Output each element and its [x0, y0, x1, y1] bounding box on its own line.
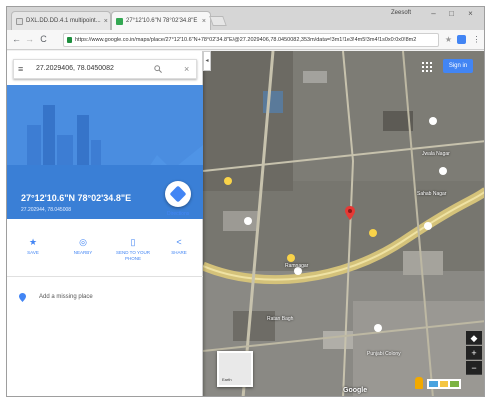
action-label: SAVE: [27, 250, 39, 255]
place-side-panel: ≡ × 27°12'10.6: [7, 51, 203, 396]
send-to-phone-action[interactable]: ▯ SEND TO YOUR PHONE: [113, 237, 153, 262]
star-icon: ★: [28, 237, 38, 247]
satellite-map[interactable]: [203, 51, 484, 396]
extension-icon[interactable]: [457, 35, 466, 44]
place-coordinates: 27°12'10.6"N 78°02'34.8"E: [21, 193, 132, 203]
action-label: SEND TO YOUR PHONE: [115, 250, 150, 261]
imagery-thumb: [439, 381, 449, 387]
minimize-button[interactable]: –: [427, 9, 440, 19]
action-label: NEARBY: [73, 250, 93, 255]
tab-strip: DXL.DD.DD.4.1 multipoint... × 27°12'10.6…: [7, 7, 484, 30]
forward-icon[interactable]: →: [24, 34, 35, 45]
add-place-pin-icon: [19, 293, 26, 302]
menu-dots-icon[interactable]: ⋮: [471, 34, 482, 45]
lock-icon: [67, 37, 72, 43]
earth-label: Earth: [222, 377, 232, 382]
reload-icon[interactable]: C: [38, 34, 49, 45]
sign-in-button[interactable]: Sign in: [443, 59, 473, 73]
close-tab-icon[interactable]: ×: [104, 18, 108, 25]
document-icon: [16, 17, 23, 25]
map-place-label: Ratan Bagh: [267, 316, 294, 322]
close-tab-icon[interactable]: ×: [202, 18, 206, 25]
tab-maps[interactable]: 27°12'10.6"N 78°02'34.8"E ×: [111, 11, 211, 30]
map-place-label: Sahab Nagar: [417, 191, 447, 197]
compass-button[interactable]: ◆: [466, 331, 482, 345]
google-logo: Google: [343, 387, 368, 394]
tab-title: DXL.DD.DD.4.1 multipoint...: [26, 18, 101, 24]
page-viewport: Ramnagar Jwala Nagar Sahab Nagar Punjabi…: [7, 51, 484, 396]
back-icon[interactable]: ←: [11, 34, 22, 45]
imagery-thumb: [450, 381, 460, 387]
apps-grid-icon[interactable]: [422, 62, 432, 72]
clear-search-icon[interactable]: ×: [184, 60, 189, 78]
location-marker-icon[interactable]: [345, 206, 355, 220]
browser-window: DXL.DD.DD.4.1 multipoint... × 27°12'10.6…: [6, 6, 485, 397]
close-window-button[interactable]: ×: [464, 9, 477, 19]
bookmark-star-icon[interactable]: ★: [443, 34, 454, 45]
satellite-toggle-button[interactable]: Earth: [217, 351, 253, 387]
share-icon: <: [176, 237, 182, 247]
new-tab-button[interactable]: [209, 16, 227, 26]
imagery-strip[interactable]: [427, 379, 461, 389]
search-icon[interactable]: [154, 65, 162, 73]
add-place-label: Add a missing place: [39, 294, 93, 300]
save-action[interactable]: ★ SAVE: [13, 237, 53, 256]
add-missing-place[interactable]: Add a missing place: [7, 289, 203, 309]
share-action[interactable]: < SHARE: [159, 237, 199, 256]
url-text: https://www.google.co.in/maps/place/27°1…: [75, 37, 417, 43]
directions-button[interactable]: [165, 181, 191, 207]
address-bar[interactable]: https://www.google.co.in/maps/place/27°1…: [63, 33, 439, 47]
directions-label[interactable]: Directions: [167, 211, 189, 217]
search-input[interactable]: [36, 60, 146, 78]
street-view-pegman-icon[interactable]: [415, 377, 423, 389]
imagery-thumb: [429, 381, 438, 387]
phone-icon: ▯: [130, 237, 136, 247]
search-box: ≡ ×: [13, 59, 197, 79]
hamburger-menu-icon[interactable]: ≡: [18, 60, 23, 78]
maximize-button[interactable]: □: [445, 9, 458, 19]
place-decimal-coordinates: 27.202944, 78.045008: [21, 207, 72, 213]
tab-title: 27°12'10.6"N 78°02'34.8"E: [126, 18, 198, 24]
nearby-action[interactable]: ◎ NEARBY: [63, 237, 103, 256]
zoom-out-button[interactable]: −: [466, 361, 482, 375]
tab-multipoint[interactable]: DXL.DD.DD.4.1 multipoint... ×: [11, 11, 111, 30]
place-actions: ★ SAVE ◎ NEARBY ▯ SEND TO YOUR PHONE < S…: [7, 237, 203, 277]
browser-toolbar: ← → C https://www.google.co.in/maps/plac…: [7, 30, 484, 50]
profile-name[interactable]: Zeesoft: [391, 10, 411, 16]
map-imagery: [203, 51, 484, 396]
map-place-label: Punjabi Colony: [367, 351, 401, 357]
zoom-in-button[interactable]: +: [466, 346, 482, 360]
collapse-panel-button[interactable]: ◂: [203, 51, 211, 71]
map-place-label: Jwala Nagar: [422, 151, 450, 157]
google-maps-icon: [116, 17, 123, 25]
directions-icon: [169, 185, 187, 203]
action-label: SHARE: [171, 250, 187, 255]
nearby-icon: ◎: [79, 237, 87, 247]
road-label: Ramnagar: [285, 263, 309, 269]
